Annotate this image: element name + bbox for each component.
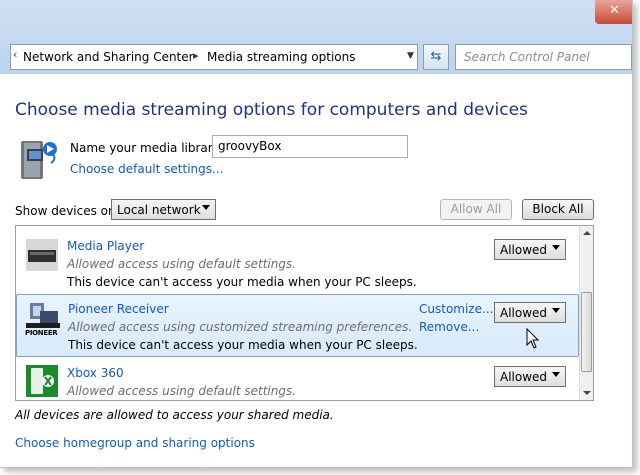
- device-name[interactable]: Pioneer Receiver: [68, 302, 169, 316]
- device-access-value: Allowed: [500, 243, 548, 257]
- device-description: Allowed access using default settings.: [67, 257, 297, 271]
- xbox-360-icon: [26, 365, 58, 397]
- scroll-down-arrow-icon[interactable]: [580, 386, 593, 400]
- media-library-name-input[interactable]: groovyBox: [212, 135, 408, 158]
- show-devices-label: Show devices on:: [15, 204, 120, 218]
- dropdown-arrow-icon: [202, 205, 210, 210]
- scrollbar-thumb[interactable]: [581, 292, 592, 372]
- page-title: Choose media streaming options for compu…: [15, 100, 528, 120]
- address-dropdown-icon[interactable]: ▼: [407, 51, 414, 61]
- breadcrumb-chevron-icon[interactable]: ‹: [13, 48, 17, 61]
- search-input[interactable]: Search Control Panel: [455, 44, 632, 70]
- device-description: Allowed access using customized streamin…: [68, 320, 413, 334]
- device-description: Allowed access using default settings.: [67, 384, 297, 398]
- device-sleep-warning: This device can't access your media when…: [67, 275, 417, 289]
- breadcrumb-network-sharing-center[interactable]: Network and Sharing Center: [23, 50, 194, 64]
- address-bar[interactable]: ‹ Network and Sharing Center ▸ Media str…: [10, 44, 418, 70]
- mouse-cursor-icon: [526, 328, 540, 349]
- customize-link[interactable]: Customize...: [419, 302, 493, 316]
- device-name[interactable]: Media Player: [67, 239, 144, 253]
- show-devices-selected: Local network: [117, 203, 201, 217]
- pioneer-logo-text: PIONEER: [25, 329, 58, 337]
- dropdown-arrow-icon: [552, 372, 560, 377]
- close-window-button[interactable]: [595, 0, 632, 24]
- media-library-label: Name your media library:: [70, 141, 223, 155]
- all-devices-allowed-note: All devices are allowed to access your s…: [15, 408, 334, 422]
- refresh-icon: ⇆: [430, 49, 442, 64]
- device-list-scrollbar[interactable]: [579, 226, 593, 400]
- device-name[interactable]: Xbox 360: [67, 366, 124, 380]
- device-row-media-player[interactable]: Media Player Allowed access using defaul…: [16, 226, 579, 289]
- choose-default-settings-link[interactable]: Choose default settings...: [70, 162, 223, 176]
- remove-link[interactable]: Remove...: [419, 320, 479, 334]
- scroll-up-arrow-icon[interactable]: [580, 226, 593, 240]
- device-access-dropdown[interactable]: Allowed: [494, 302, 566, 323]
- dropdown-arrow-icon: [552, 308, 560, 313]
- block-all-button[interactable]: Block All: [522, 199, 594, 220]
- show-devices-dropdown[interactable]: Local network: [111, 199, 216, 220]
- device-access-value: Allowed: [500, 370, 548, 384]
- device-row-pioneer-receiver[interactable]: PIONEER Pioneer Receiver Allowed access …: [16, 294, 579, 357]
- control-panel-window: ‹ Network and Sharing Center ▸ Media str…: [0, 0, 633, 468]
- device-access-dropdown[interactable]: Allowed: [494, 239, 566, 260]
- dropdown-arrow-icon: [552, 245, 560, 250]
- breadcrumb-media-streaming-options[interactable]: Media streaming options: [207, 50, 355, 64]
- allow-all-button[interactable]: Allow All: [440, 199, 512, 220]
- media-library-icon: [21, 141, 57, 179]
- refresh-button[interactable]: ⇆: [423, 44, 449, 70]
- breadcrumb-separator-icon[interactable]: ▸: [193, 49, 199, 62]
- media-player-icon: [26, 239, 58, 271]
- device-sleep-warning: This device can't access your media when…: [68, 338, 418, 352]
- device-row-xbox-360[interactable]: Xbox 360 Allowed access using default se…: [16, 357, 579, 400]
- homegroup-sharing-options-link[interactable]: Choose homegroup and sharing options: [15, 436, 255, 450]
- device-access-value: Allowed: [500, 306, 548, 320]
- device-access-dropdown[interactable]: Allowed: [494, 366, 566, 387]
- device-list: Media Player Allowed access using defaul…: [15, 225, 594, 401]
